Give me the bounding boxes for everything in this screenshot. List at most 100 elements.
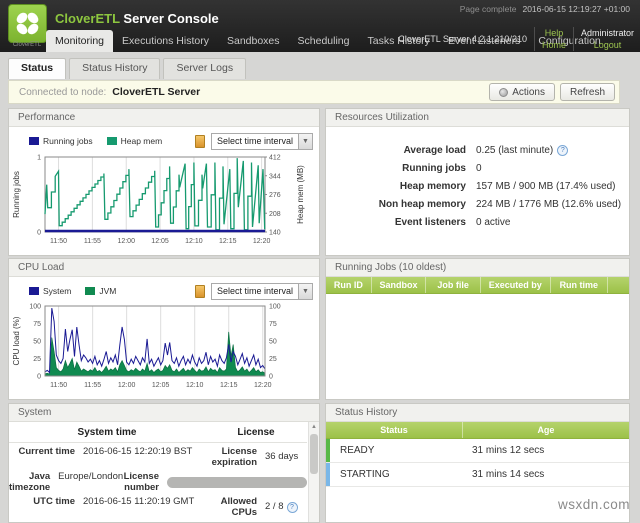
running-jobs-legend-label: Running jobs [43, 136, 93, 146]
column-status[interactable]: Status [326, 422, 462, 438]
system-time-group-header: System time [9, 427, 205, 443]
system-legend-swatch [29, 287, 39, 295]
table-row: Uptime 31 mins 14 secs [9, 518, 319, 523]
svg-text:100: 100 [29, 304, 41, 311]
resources-utilization-panel: Resources Utilization Average load 0.25 … [325, 108, 630, 256]
status-age: 31 mins 12 secs [462, 439, 544, 462]
event-listeners-value: 0 active [466, 217, 510, 228]
table-row: READY 31 mins 12 secs [326, 439, 629, 463]
svg-text:208: 208 [269, 211, 281, 218]
average-load-text: 0.25 (last minute) [476, 145, 553, 156]
running-jobs-table-header: Run ID Sandbox Job file Executed by Run … [326, 277, 629, 294]
nav-tab-executions-history[interactable]: Executions History [113, 30, 218, 52]
connection-buttons: Actions Refresh [489, 83, 615, 101]
license-number-value [159, 472, 307, 493]
cpu-chart[interactable]: 11:5011:5512:0012:0512:1012:1512:2000252… [9, 302, 317, 398]
average-load-value: 0.25 (last minute) ? [466, 145, 568, 156]
cpu-time-interval-select[interactable]: Select time interval ▼ [211, 283, 313, 300]
tab-status-history[interactable]: Status History [69, 58, 160, 79]
svg-text:CPU load (%): CPU load (%) [12, 316, 21, 365]
home-link[interactable]: Home [542, 39, 566, 51]
column-run-id[interactable]: Run ID [326, 277, 371, 293]
allowed-cpus-label: Allowed CPUs [205, 497, 257, 518]
header-right-area: CloverETL Server 4.2.1.210/210 Help Home… [398, 25, 634, 52]
performance-chart[interactable]: 11:5011:5512:0012:0512:1012:1512:2001140… [9, 152, 317, 256]
table-row: STARTING 31 mins 14 secs [326, 463, 629, 487]
column-run-time[interactable]: Run time [550, 277, 608, 293]
utc-time-value: 2016-06-15 11:20:19 GMT [75, 497, 205, 518]
jvm-legend-swatch [85, 287, 95, 295]
system-panel-scrollbar[interactable]: ▲ [308, 422, 319, 522]
status-age: 31 mins 14 secs [462, 463, 544, 486]
logout-link[interactable]: Logout [594, 39, 622, 51]
resources-panel-title: Resources Utilization [326, 109, 629, 127]
performance-time-interval-select[interactable]: Select time interval ▼ [211, 133, 313, 150]
time-interval-icon[interactable] [195, 135, 205, 148]
cloveretl-logo-icon[interactable] [8, 4, 47, 43]
svg-text:11:50: 11:50 [50, 382, 67, 389]
svg-text:12:10: 12:10 [185, 238, 203, 245]
app-title-brand: CloverETL [55, 11, 120, 26]
column-executed-by[interactable]: Executed by [480, 277, 550, 293]
actions-button[interactable]: Actions [489, 83, 555, 101]
allowed-cpus-value: 2 / 8 ? [257, 497, 307, 518]
table-row: UTC time 2016-06-15 11:20:19 GMT Allowed… [9, 493, 319, 518]
help-link[interactable]: Help [545, 27, 564, 39]
divider [573, 27, 574, 51]
column-sandbox[interactable]: Sandbox [371, 277, 426, 293]
help-circle-icon[interactable]: ? [557, 145, 568, 156]
current-time-label: Current time [9, 447, 75, 468]
license-group-header: License [205, 427, 307, 443]
running-jobs-empty-body [326, 294, 629, 400]
license-number-label: License number [124, 472, 159, 493]
svg-text:11:50: 11:50 [50, 238, 67, 245]
tab-status[interactable]: Status [8, 58, 66, 79]
svg-text:11:55: 11:55 [84, 238, 101, 245]
svg-text:100: 100 [269, 304, 281, 311]
column-job-file[interactable]: Job file [425, 277, 480, 293]
logo-caption: CloverETL [6, 42, 48, 48]
svg-text:75: 75 [33, 321, 41, 328]
column-age[interactable]: Age [462, 422, 629, 438]
top-header-bar: CloverETL CloverETL Server Console Page … [0, 0, 640, 52]
refresh-button[interactable]: Refresh [560, 83, 615, 101]
jvm-legend-label: JVM [99, 286, 116, 296]
nav-tab-monitoring[interactable]: Monitoring [46, 30, 113, 52]
svg-text:12:05: 12:05 [152, 382, 170, 389]
tab-server-logs[interactable]: Server Logs [163, 58, 246, 79]
cpu-panel-title: CPU Load [9, 259, 319, 277]
svg-text:412: 412 [269, 155, 281, 162]
scrollbar-thumb[interactable] [310, 434, 318, 474]
chevron-down-icon[interactable]: ▼ [298, 134, 312, 149]
svg-text:12:05: 12:05 [151, 238, 169, 245]
status-badge: STARTING [330, 463, 462, 486]
heap-memory-value: 157 MB / 900 MB (17.4% used) [466, 181, 616, 192]
page-complete-status: Page complete2016-06-15 12:19:27 +01:00 [460, 4, 630, 14]
system-panel-body: System time License Current time 2016-06… [9, 422, 319, 522]
nav-tab-sandboxes[interactable]: Sandboxes [218, 30, 289, 52]
utc-time-label: UTC time [9, 497, 75, 518]
list-item: Non heap memory 224 MB / 1776 MB (12.6% … [326, 195, 629, 213]
server-version: CloverETL Server 4.2.1.210/210 [398, 34, 527, 44]
scroll-up-icon[interactable]: ▲ [309, 422, 319, 432]
running-jobs-panel-title: Running Jobs (10 oldest) [326, 259, 629, 277]
svg-text:25: 25 [33, 356, 41, 363]
monitoring-subtabs: Status Status History Server Logs [8, 58, 246, 79]
svg-text:12:10: 12:10 [186, 382, 204, 389]
chevron-down-icon[interactable]: ▼ [298, 284, 312, 299]
svg-text:75: 75 [269, 321, 277, 328]
list-item: Event listeners 0 active [326, 213, 629, 231]
system-panel-title: System [9, 404, 319, 422]
java-timezone-value: Europe/London [50, 472, 123, 493]
column-spacer [607, 277, 629, 293]
svg-text:0: 0 [37, 230, 41, 237]
nav-tab-scheduling[interactable]: Scheduling [289, 30, 359, 52]
list-item: Heap memory 157 MB / 900 MB (17.4% used) [326, 177, 629, 195]
average-load-label: Average load [326, 145, 466, 156]
heap-mem-legend-label: Heap mem [121, 136, 163, 146]
user-links: Administrator Logout [581, 27, 634, 51]
help-circle-icon[interactable]: ? [287, 502, 298, 513]
svg-text:12:20: 12:20 [253, 238, 271, 245]
svg-text:50: 50 [33, 339, 41, 346]
time-interval-icon[interactable] [195, 285, 205, 298]
